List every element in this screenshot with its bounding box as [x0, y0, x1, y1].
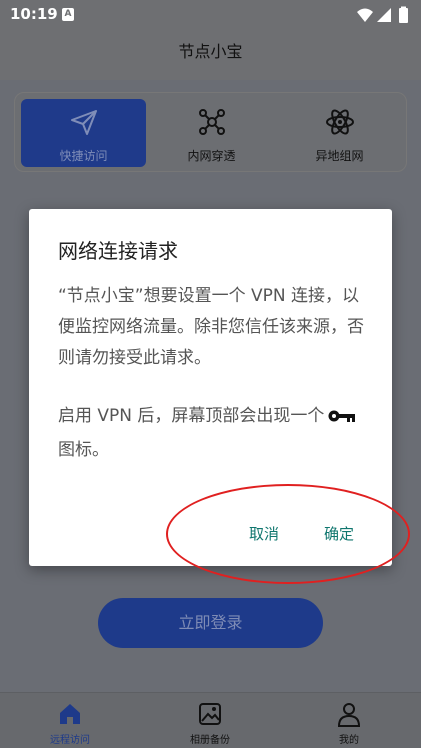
dialog-message: “节点小宝”想要设置一个 VPN 连接，以便监控网络流量。除非您信任该来源，否则…: [58, 286, 364, 368]
wifi-icon: [357, 8, 373, 22]
notification-icon: A: [62, 8, 74, 21]
feature-tabs: 快捷访问 内网穿透 异地组网: [14, 92, 407, 172]
feature-quick-access[interactable]: 快捷访问: [21, 99, 146, 167]
dialog-hint: 启用 VPN 后，屏幕顶部会出现一个 图标。: [58, 399, 368, 467]
nav-photo-backup[interactable]: 相册备份: [160, 697, 260, 747]
signal-icon: [377, 8, 391, 22]
status-time: 10:19: [10, 5, 58, 23]
nav-label: 远程访问: [50, 735, 90, 746]
feature-remote-network[interactable]: 异地组网: [277, 99, 402, 167]
send-icon: [70, 110, 97, 135]
status-bar: 10:19 A: [0, 0, 421, 30]
nav-label: 相册备份: [190, 735, 230, 746]
battery-icon: [399, 8, 408, 23]
photo-icon: [199, 703, 221, 725]
feature-intranet[interactable]: 内网穿透: [149, 99, 274, 167]
dialog-title: 网络连接请求: [58, 239, 178, 263]
status-icons: [357, 6, 408, 23]
feature-label: 内网穿透: [187, 149, 236, 163]
login-button[interactable]: 立即登录: [98, 598, 323, 648]
app-header: 节点小宝: [0, 30, 421, 80]
key-icon: [328, 410, 356, 422]
dialog-hint-before: 启用 VPN 后，屏幕顶部会出现一个: [58, 406, 325, 426]
feature-label: 异地组网: [315, 149, 364, 163]
nav-label: 我的: [339, 735, 359, 746]
home-icon: [60, 704, 80, 724]
network-icon: [198, 109, 225, 135]
bottom-nav: 远程访问 相册备份 我的: [0, 692, 421, 748]
user-icon: [337, 703, 361, 727]
atom-icon: [325, 109, 354, 135]
annotation-ellipse: [166, 484, 410, 584]
feature-label: 快捷访问: [59, 149, 108, 163]
page-title: 节点小宝: [178, 42, 243, 61]
nav-mine[interactable]: 我的: [299, 697, 399, 747]
nav-remote-access[interactable]: 远程访问: [20, 697, 120, 747]
dialog-hint-after: 图标。: [58, 440, 109, 460]
